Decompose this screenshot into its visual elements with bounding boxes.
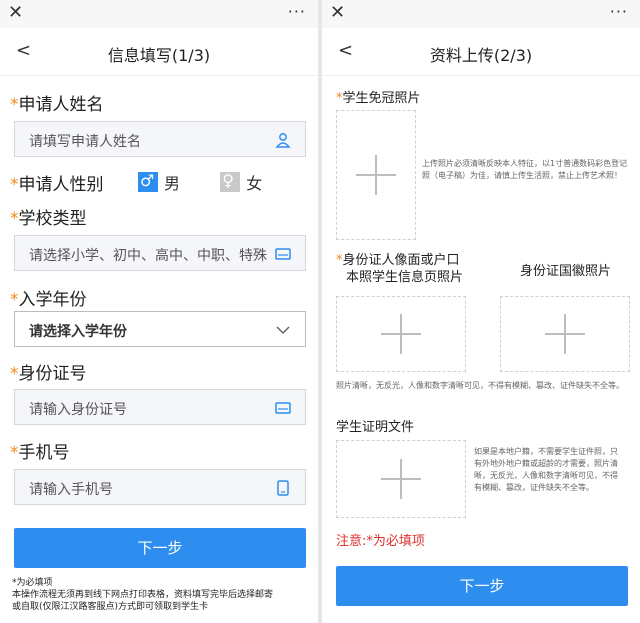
id-front-upload[interactable] (336, 296, 466, 372)
page-title: 资料上传(2/3) (429, 46, 533, 65)
plus-icon (545, 314, 585, 354)
id-input[interactable]: 请输入身份证号 (14, 389, 306, 425)
card-icon (275, 248, 291, 260)
navbar: < 信息填写(1/3) (0, 28, 318, 76)
photo-label: *学生免冠照片 (336, 91, 421, 106)
close-icon[interactable]: ✕ (8, 2, 23, 23)
plus-icon (356, 155, 396, 195)
upload-screen: ✕ ··· < 资料上传(2/3) *学生免冠照片 上传照片必须清晰反映本人特征… (322, 0, 640, 623)
chevron-down-icon (276, 326, 290, 335)
more-icon[interactable]: ··· (288, 2, 306, 21)
page-title: 信息填写(1/3) (107, 46, 211, 65)
plus-icon (381, 459, 421, 499)
school-placeholder: 请选择小学、初中、高中、中职、特殊 (29, 248, 267, 264)
male-label: 男 (164, 174, 181, 193)
more-icon[interactable]: ··· (610, 2, 628, 21)
id-card-icon (275, 402, 291, 414)
name-input[interactable]: 请填写申请人姓名 (14, 121, 306, 157)
plus-icon (381, 314, 421, 354)
note-line-3: 或自取(仅限江汉路客服点)方式即可领取到学生卡 (12, 602, 209, 612)
phone-input[interactable]: 请输入手机号 (14, 469, 306, 505)
info-form-screen: ✕ ··· < 信息填写(1/3) *申请人姓名 请填写申请人姓名 *申请人性别… (0, 0, 318, 623)
id-hint: 照片清晰，无反光，人像和数字清晰可见，不得有模糊、篡改、证件缺失不全等。 (336, 381, 624, 390)
school-label: *学校类型 (10, 209, 87, 229)
year-label: *入学年份 (10, 290, 87, 310)
required-note: 注意:*为必填项 (336, 534, 425, 549)
female-label: 女 (246, 174, 263, 193)
navbar: < 资料上传(2/3) (322, 28, 640, 76)
year-select[interactable]: 请选择入学年份 (14, 311, 306, 347)
male-radio[interactable]: ♂ (138, 171, 158, 192)
photo-hint: 上传照片必须清晰反映本人特征，以1寸普通数码彩色登记照（电子稿）为佳，请慎上传生… (422, 159, 628, 180)
gender-options: ♂ 男 ♀ 女 (138, 170, 263, 193)
photo-upload[interactable] (336, 110, 416, 240)
id-label: *身份证号 (10, 364, 87, 384)
name-placeholder: 请填写申请人姓名 (29, 134, 141, 150)
school-select[interactable]: 请选择小学、初中、高中、中职、特殊 (14, 235, 306, 271)
id-front-label: *身份证人像面或户口 本照学生信息页照片 (336, 253, 464, 285)
gender-label: *申请人性别 (10, 175, 104, 195)
id-back-label: 身份证国徽照片 (520, 264, 612, 279)
footer-note: *为必填项 本操作流程无须再到线下网点打印表格，资料填写完毕后选择邮寄 或自取(… (12, 577, 312, 613)
phone-icon (277, 480, 289, 496)
phone-placeholder: 请输入手机号 (29, 482, 113, 498)
wechat-topbar: ✕ ··· (0, 0, 318, 28)
female-radio[interactable]: ♀ (220, 171, 241, 192)
note-line-2: 本操作流程无须再到线下网点打印表格，资料填写完毕后选择邮寄 (12, 590, 274, 600)
year-value: 请选择入学年份 (29, 324, 127, 340)
phone-label: *手机号 (10, 443, 70, 463)
proof-hint: 如果是本地户籍，不需要学生证件照，只有外地外地户籍或超龄的才需要，照片清晰，无反… (474, 447, 618, 492)
close-icon[interactable]: ✕ (330, 2, 345, 23)
wechat-topbar: ✕ ··· (322, 0, 640, 28)
proof-upload[interactable] (336, 440, 466, 518)
next-button[interactable]: 下一步 (336, 566, 628, 606)
screenshot-composite: ✕ ··· < 信息填写(1/3) *申请人姓名 请填写申请人姓名 *申请人性别… (0, 0, 640, 623)
name-label: *申请人姓名 (10, 95, 104, 115)
note-line-1: *为必填项 (12, 578, 53, 588)
next-button[interactable]: 下一步 (14, 528, 306, 568)
id-back-upload[interactable] (500, 296, 630, 372)
id-placeholder: 请输入身份证号 (29, 402, 127, 418)
proof-label: 学生证明文件 (336, 420, 415, 435)
person-icon (275, 133, 291, 148)
